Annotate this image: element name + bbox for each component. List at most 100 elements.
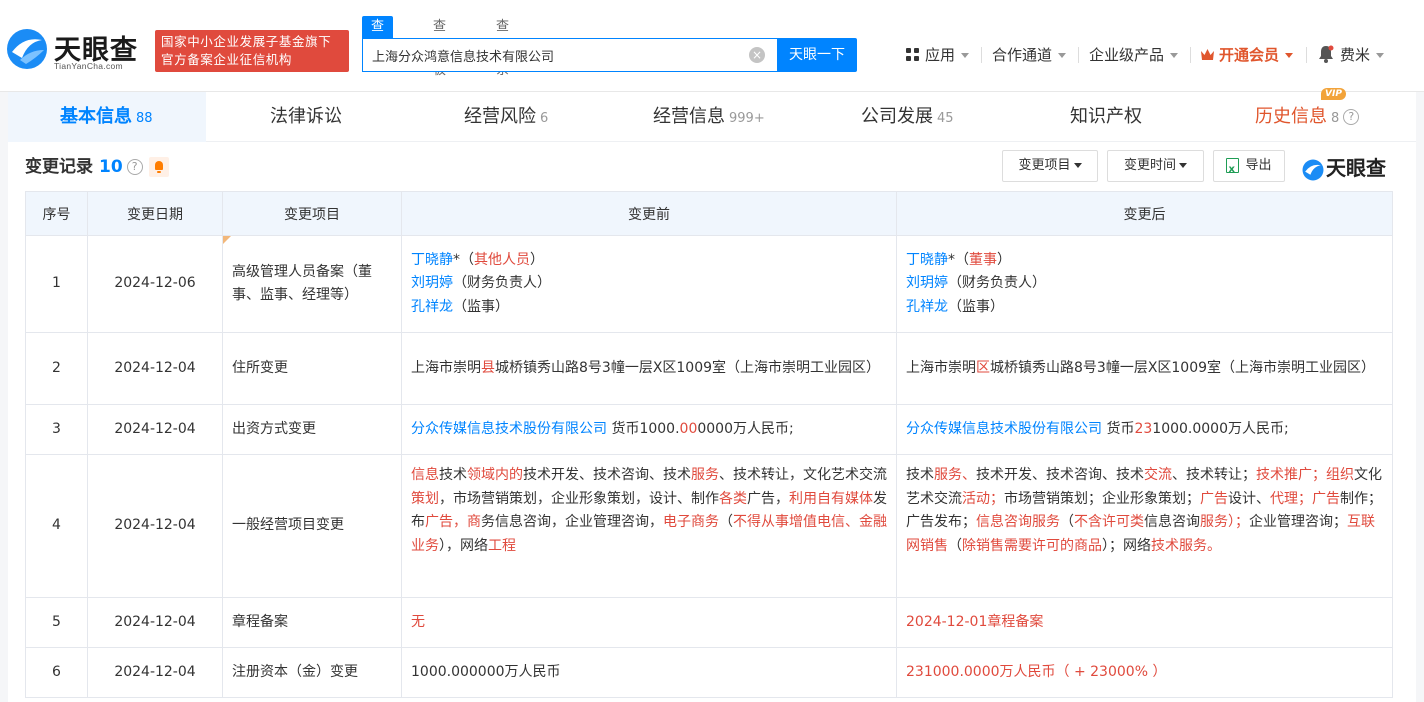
table-row: 4 2024-12-04 一般经营项目变更 信息技术领域内的技术开发、技术咨询、技术服… (25, 454, 1393, 598)
help-icon[interactable]: ? (126, 159, 143, 175)
value-line: 2024-12-01章程备案 (906, 611, 1383, 635)
tab-risk[interactable]: 经营风险 6 (464, 92, 548, 142)
nav-apps[interactable]: 应用 (905, 43, 970, 67)
tab-count: 8 (1331, 111, 1340, 126)
entity-link[interactable]: 分众传媒信息技术股份有限公司 (411, 421, 607, 437)
value-line: 丁晓静*（董事） (906, 249, 1383, 273)
value-text: 货币1000. (607, 420, 680, 437)
nav-divider (1078, 47, 1079, 63)
entity-link[interactable]: 丁晓静 (906, 252, 948, 268)
search-box: × (362, 38, 777, 72)
change-date: 2024-12-04 (87, 404, 223, 455)
change-record-table: 序号 变更日期 变更项目 变更前 变更后 1 2024-12-06 高级管理人员备案… (25, 191, 1393, 698)
change-date: 2024-12-04 (87, 332, 223, 405)
entity-link[interactable]: 分众传媒信息技术股份有限公司 (906, 421, 1102, 437)
value-text: 1000.000000万人民币 (411, 663, 561, 680)
nav-partner[interactable]: 合作通道 (992, 43, 1067, 67)
entity-link[interactable]: 孔祥龙 (411, 299, 453, 315)
search-button[interactable]: 天眼一下 (777, 38, 857, 72)
value-text: 广告， (425, 514, 467, 530)
tianyancha-logo[interactable]: 天眼查 TianYanCha.com (6, 26, 148, 74)
value-text: 00 (679, 420, 698, 437)
entity-link[interactable]: 孔祥龙 (906, 299, 948, 315)
row-number: 2 (25, 332, 88, 405)
change-after: 2024-12-01章程备案 (896, 597, 1393, 648)
value-text: 城桥镇秀山路8号3幢一层X区1009室（上海市崇明工业园区） (495, 359, 881, 376)
table-row: 1 2024-12-06 高级管理人员备案（董事、监事、经理等） 丁晓静*（其他人员）… (25, 235, 1393, 333)
value-text: 货币 (1102, 420, 1135, 437)
vip-tag: VIP (1321, 88, 1346, 100)
value-text: 董事 (969, 251, 997, 268)
change-before: 上海市崇明县城桥镇秀山路8号3幢一层X区1009室（上海市崇明工业园区） (401, 332, 897, 405)
row-number: 4 (25, 454, 88, 598)
tab-history[interactable]: VIP 历史信息 8? (1255, 88, 1360, 142)
value-text: 企业管理咨询； (1249, 514, 1347, 530)
value-text: 无 (411, 613, 425, 630)
tab-legal[interactable]: 法律诉讼 (270, 92, 342, 142)
crown-icon (1201, 49, 1214, 60)
value-text: 、技术转让，文化艺术交流 (719, 467, 887, 483)
search-tab-relation[interactable]: 查关系 (487, 16, 518, 78)
bell-icon[interactable] (1318, 45, 1334, 63)
search-tab-company[interactable]: 查公司 (362, 16, 394, 78)
logo-mark-icon (7, 29, 47, 69)
value-text: 服务）； (1200, 514, 1249, 530)
nav-apps-label: 应用 (925, 46, 956, 64)
column-header: 变更日期 (87, 191, 223, 236)
change-item: 出资方式变更 (222, 404, 402, 455)
chevron-down-icon (1376, 53, 1385, 58)
value-text: ） (530, 251, 544, 268)
chevron-down-icon (961, 53, 970, 58)
tab-basic-info[interactable]: 基本信息 88 (8, 92, 206, 142)
tab-ip[interactable]: 知识产权 (1070, 92, 1142, 142)
value-line: 刘玥婷（财务负责人） (411, 272, 887, 296)
search-tab-boss[interactable]: 查老板 (424, 16, 455, 78)
entity-link[interactable]: 刘玥婷 (906, 275, 948, 291)
column-header: 变更项目 (222, 191, 402, 236)
value-text: 2024-12-01章程备案 (906, 613, 1044, 630)
change-item: 注册资本（金）变更 (222, 647, 402, 698)
export-button[interactable]: 导出 (1213, 150, 1285, 185)
column-header: 序号 (25, 191, 88, 236)
tab-operation[interactable]: 经营信息 999+ (653, 92, 765, 142)
nav-enterprise-label: 企业级产品 (1089, 46, 1165, 64)
change-before: 丁晓静*（其他人员） 刘玥婷（财务负责人） 孔祥龙（监事） (401, 235, 897, 333)
change-date: 2024-12-04 (87, 647, 223, 698)
filter-time-button[interactable]: 变更时间 (1107, 150, 1204, 182)
value-text: 广告 (1200, 490, 1228, 507)
tab-development[interactable]: 公司发展 45 (861, 92, 954, 142)
value-line: 技术服务、技术开发、技术咨询、技术交流、技术转让；技术推广；组织文化艺术交流活动… (906, 464, 1383, 558)
search-input[interactable] (372, 39, 742, 71)
value-text: 设计、 (1228, 490, 1270, 507)
help-icon[interactable]: ? (1343, 109, 1360, 125)
entity-link[interactable]: 刘玥婷 (411, 275, 453, 291)
nav-divider (981, 47, 982, 63)
change-after: 丁晓静*（董事） 刘玥婷（财务负责人） 孔祥龙（监事） (896, 235, 1393, 333)
tab-count: 45 (937, 111, 954, 126)
value-line: 分众传媒信息技术股份有限公司 货币1000.000000万人民币; (411, 418, 887, 442)
nav-divider (1306, 47, 1307, 63)
entity-link[interactable]: 丁晓静 (411, 252, 453, 268)
value-text: （ (948, 537, 962, 554)
nav-enterprise[interactable]: 企业级产品 (1089, 43, 1179, 67)
value-text: 23 (1134, 420, 1153, 437)
main-panel: 基本信息 88 法律诉讼 经营风险 6 经营信息 999+ 公司发展 45 知识产权 V… (8, 88, 1416, 702)
caret-down-icon (1073, 163, 1082, 168)
subscribe-bell-icon[interactable] (148, 157, 169, 177)
section-title: 变更记录 10? (25, 152, 169, 177)
value-text: 各类 (719, 490, 747, 507)
row-number: 5 (25, 597, 88, 648)
value-text: 代理；广告 (1270, 490, 1340, 507)
table-row: 6 2024-12-04 注册资本（金）变更 1000.000000万人民币 23100… (25, 647, 1393, 698)
clear-icon[interactable]: × (749, 47, 765, 63)
row-number: 6 (25, 647, 88, 698)
nav-vip[interactable]: 开通会员 (1200, 43, 1294, 67)
logo-name-en: TianYanCha.com (54, 61, 123, 71)
nav-vip-label: 开通会员 (1219, 46, 1280, 64)
badge-line-1: 国家中小企业发展子基金旗下 (161, 34, 332, 49)
filter-item-button[interactable]: 变更项目 (1002, 150, 1098, 182)
nav-user[interactable]: 费米 (1318, 43, 1385, 67)
change-date: 2024-12-04 (87, 454, 223, 598)
value-text: 231000.0000万人民币（ + 23000% ） (906, 663, 1167, 680)
value-line: 孔祥龙（监事） (906, 296, 1383, 320)
